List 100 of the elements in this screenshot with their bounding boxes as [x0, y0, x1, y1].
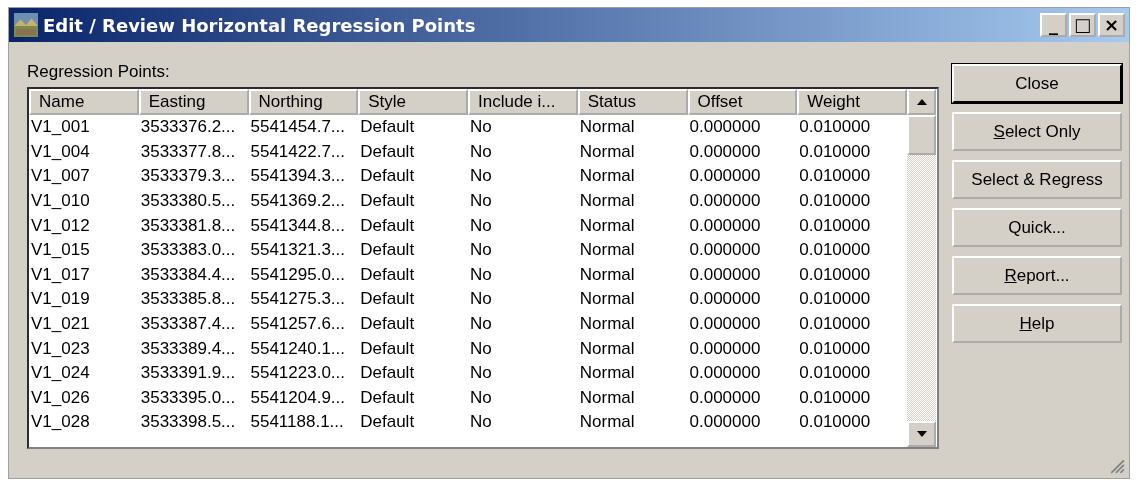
table-cell-text: Default: [359, 166, 416, 187]
table-cell-text: Normal: [578, 141, 636, 162]
table-cell-text: 3533379.3...: [139, 166, 237, 187]
scroll-up-icon[interactable]: [907, 89, 936, 115]
table-cell-text: 0.000000: [688, 117, 762, 138]
table-cell-text: Default: [359, 387, 416, 408]
table-cell-text: 0.000000: [688, 338, 762, 359]
table-cell-text: 0.010000: [798, 289, 872, 310]
table-cell-text: 3533391.9...: [139, 363, 237, 384]
table-cell-text: Normal: [578, 215, 636, 236]
column-header[interactable]: Include i...: [468, 89, 578, 115]
table-cell-text: Default: [359, 338, 416, 359]
dialog-button[interactable]: Close: [952, 64, 1122, 103]
table-cell-text: 3533385.8...: [139, 289, 237, 310]
table-cell-text: Default: [359, 240, 416, 261]
table-cell-text: Normal: [578, 289, 636, 310]
table-cell-text: No: [469, 387, 493, 408]
table-cell-text: 3533380.5...: [139, 191, 237, 212]
table-cell-text: Default: [359, 215, 416, 236]
dialog-button[interactable]: Select & Regress: [952, 160, 1122, 199]
dialog-button[interactable]: Report...: [952, 256, 1122, 295]
table-cell-text: No: [469, 338, 493, 359]
list-label: Regression Points:: [27, 61, 171, 83]
table-cell-text: 0.010000: [798, 191, 872, 212]
scroll-thumb[interactable]: [907, 115, 936, 155]
table-cell-text: V1_021: [30, 314, 91, 335]
table-cell-text: 5541394.3...: [249, 166, 347, 187]
close-button[interactable]: ×: [1098, 13, 1125, 37]
column-header[interactable]: Style: [358, 89, 468, 115]
table-cell-text: 5541295.0...: [249, 264, 347, 285]
table-cell-text: 0.000000: [688, 387, 762, 408]
dialog-button[interactable]: Select Only: [952, 112, 1122, 151]
table-cell-text: V1_019: [30, 289, 91, 310]
table-cell-text: V1_024: [30, 363, 91, 384]
table-cell-text: Normal: [578, 363, 636, 384]
table-cell-text: No: [469, 412, 493, 433]
maximize-button[interactable]: □: [1069, 13, 1096, 37]
table-cell-text: 5541188.1...: [249, 412, 345, 433]
table-cell-text: Normal: [578, 338, 636, 359]
table-cell-text: V1_001: [30, 117, 91, 138]
column-header[interactable]: Weight: [797, 89, 907, 115]
table-cell-text: V1_007: [30, 166, 91, 187]
column-header[interactable]: Easting: [138, 89, 249, 115]
table-cell-text: Default: [359, 117, 416, 138]
table-cell-text: 5541321.3...: [249, 240, 347, 261]
table-cell-text: 0.000000: [688, 191, 762, 212]
table-cell-text: 3533384.4...: [139, 264, 237, 285]
table-cell-text: No: [469, 363, 493, 384]
table-cell-text: Default: [359, 314, 416, 335]
column-header[interactable]: Name: [29, 89, 139, 115]
table-cell-text: No: [469, 117, 493, 138]
table-cell-text: 0.000000: [688, 363, 762, 384]
table-cell-text: 3533387.4...: [139, 314, 237, 335]
table-cell-text: Default: [359, 363, 416, 384]
table-cell-text: 0.000000: [688, 289, 762, 310]
table-cell-text: 5541240.1...: [249, 338, 347, 359]
table-cell-text: 3533377.8...: [139, 141, 237, 162]
table-cell-text: Default: [359, 412, 416, 433]
dialog-button[interactable]: Help: [952, 304, 1122, 343]
vertical-scrollbar[interactable]: [907, 89, 936, 447]
table-cell-text: 0.010000: [798, 141, 872, 162]
table-cell-text: 0.010000: [798, 387, 872, 408]
table-cell-text: 0.010000: [798, 314, 872, 335]
window-title: Edit / Review Horizontal Regression Points: [43, 14, 477, 36]
table-cell-text: No: [469, 314, 493, 335]
table-cell-text: 0.000000: [688, 215, 762, 236]
table-cell-text: 0.010000: [798, 264, 872, 285]
table-cell-text: No: [469, 240, 493, 261]
table-cell-text: 0.000000: [688, 166, 762, 187]
scroll-down-icon[interactable]: [907, 421, 936, 447]
table-cell-text: 5541275.3...: [249, 289, 347, 310]
table-cell-text: 0.010000: [798, 117, 872, 138]
table-cell-text: 5541369.2...: [249, 191, 347, 212]
table-cell-text: 5541344.8...: [249, 215, 347, 236]
table-cell-text: Default: [359, 141, 416, 162]
minimize-button[interactable]: _: [1040, 13, 1067, 37]
table-cell-text: 3533395.0...: [139, 387, 237, 408]
table-cell-text: 3533376.2...: [139, 117, 237, 138]
table-cell-text: No: [469, 289, 493, 310]
table-cell-text: 3533398.5...: [139, 412, 237, 433]
table-cell-text: Normal: [578, 412, 636, 433]
column-header[interactable]: Northing: [248, 89, 359, 115]
table-cell-text: Normal: [578, 264, 636, 285]
dialog-button[interactable]: Quick...: [952, 208, 1122, 247]
table-cell-text: Normal: [578, 314, 636, 335]
column-header[interactable]: Offset: [687, 89, 798, 115]
table-cell-text: Normal: [578, 240, 636, 261]
table-cell-text: No: [469, 191, 493, 212]
table-cell-text: 0.000000: [688, 314, 762, 335]
table-cell-text: 0.000000: [688, 141, 762, 162]
column-header[interactable]: Status: [577, 89, 688, 115]
table-cell-text: Normal: [578, 117, 636, 138]
table-cell-text: 3533381.8...: [139, 215, 237, 236]
resize-grip-icon[interactable]: [1109, 458, 1125, 474]
table-cell-text: 3533389.4...: [139, 338, 237, 359]
table-cell-text: V1_017: [30, 264, 91, 285]
table-cell-text: 3533383.0...: [139, 240, 237, 261]
table-cell-text: V1_012: [30, 215, 91, 236]
table-cell-text: 5541454.7...: [249, 117, 347, 138]
table-cell-text: Default: [359, 264, 416, 285]
